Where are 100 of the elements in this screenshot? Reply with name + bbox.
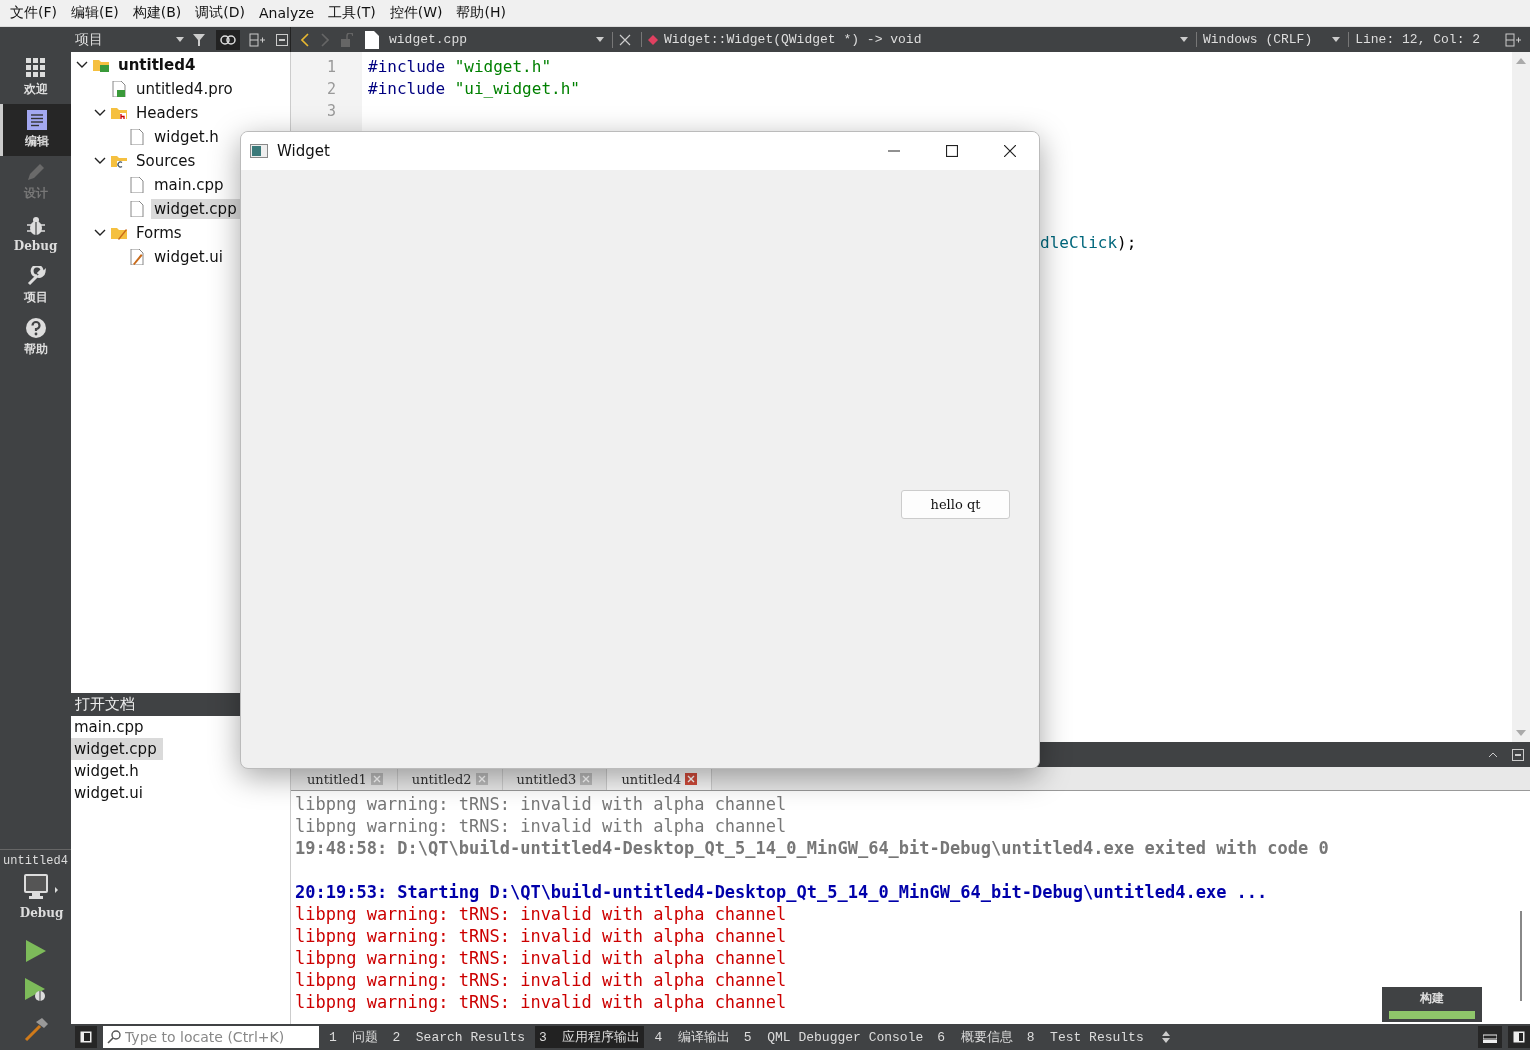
folder-icon: [93, 57, 109, 73]
document-icon: [27, 110, 47, 130]
folder-icon: [111, 225, 127, 241]
folder-icon: [111, 153, 127, 169]
pane-button[interactable]: 6 概要信息: [933, 1026, 1017, 1048]
tree-item[interactable]: Forms: [71, 221, 185, 245]
tree-item[interactable]: main.cpp: [71, 173, 227, 197]
up-down-icon[interactable]: [1161, 1031, 1170, 1043]
document-item[interactable]: widget.ui: [71, 782, 150, 804]
output-line: libpng warning: tRNS: invalid with alpha channel: [295, 925, 787, 947]
document-item[interactable]: widget.h: [71, 760, 145, 782]
tree-item[interactable]: widget.cpp: [71, 197, 240, 221]
output-line: libpng warning: tRNS: invalid with alpha channel: [295, 903, 787, 925]
tree-item[interactable]: Headers: [71, 101, 202, 125]
output-line: 20:19:53: Starting D:\QT\build-untitled4-Desktop_Qt_5_14_0_MinGW_64_bit-Debug\untitled4.exe ...: [295, 881, 1268, 903]
cursor-position[interactable]: Line: 12, Col: 2: [1348, 32, 1496, 47]
view-selector[interactable]: 项目: [75, 30, 184, 49]
menu-item[interactable]: 帮助(H): [450, 4, 512, 22]
help-icon: [25, 318, 46, 338]
chevron-down-icon[interactable]: [93, 109, 107, 117]
back-icon[interactable]: [299, 30, 311, 49]
output-line: 19:48:58: D:\QT\build-untitled4-Desktop_Qt_5_14_0_MinGW_64_bit-Debug\untitled4.exe exited with code 0: [295, 837, 1329, 859]
tree-item[interactable]: Sources: [71, 149, 199, 173]
file-icon: [129, 249, 145, 265]
code-line: dleClick);: [1040, 233, 1137, 252]
code-line: #include "ui_widget.h": [368, 79, 580, 98]
tree-item[interactable]: untitled4: [71, 53, 199, 77]
output-line: libpng warning: tRNS: invalid with alpha channel: [295, 815, 787, 837]
run-icon[interactable]: [25, 940, 46, 962]
mode-button[interactable]: 项目: [0, 260, 71, 312]
window-icon: [250, 144, 268, 158]
mode-button[interactable]: Debug: [0, 208, 71, 260]
chevron-up-icon[interactable]: [1488, 751, 1498, 758]
output-line: libpng warning: tRNS: invalid with alpha channel: [295, 969, 787, 991]
sidebar-toggle-icon[interactable]: [75, 1026, 97, 1048]
menu-item[interactable]: 编辑(E): [65, 4, 125, 22]
debug-run-icon[interactable]: [24, 978, 47, 1002]
tree-item[interactable]: widget.h: [71, 125, 222, 149]
split-icon[interactable]: [1512, 748, 1524, 761]
mode-button[interactable]: 编辑: [0, 104, 71, 156]
pane-button[interactable]: 5 QML Debugger Console: [739, 1027, 928, 1047]
hammer-icon[interactable]: [23, 1018, 48, 1042]
mode-button[interactable]: 帮助: [0, 312, 71, 364]
push-button[interactable]: hello qt: [901, 490, 1010, 519]
folder-icon: [111, 105, 127, 121]
progress-label: 构建: [1420, 990, 1444, 1007]
output-tab[interactable]: untitled4: [607, 768, 713, 790]
split-icon[interactable]: [1503, 30, 1524, 49]
project-name: untitled4: [3, 854, 68, 868]
chevron-down-icon[interactable]: [93, 157, 107, 165]
pane-button[interactable]: 2 Search Results: [388, 1027, 530, 1047]
code-line: #include "widget.h": [368, 57, 551, 76]
progress-toggle-icon[interactable]: [1478, 1026, 1502, 1048]
file-icon: [129, 201, 145, 217]
close-icon[interactable]: [612, 31, 633, 48]
grid-icon: [25, 58, 46, 78]
menu-item[interactable]: 文件(F): [4, 4, 63, 22]
split-icon[interactable]: [247, 30, 267, 49]
pane-button[interactable]: 8 Test Results: [1022, 1027, 1148, 1047]
menu-item[interactable]: 工具(T): [322, 4, 382, 22]
menu-item[interactable]: Analyze: [253, 5, 321, 21]
tree-item[interactable]: widget.ui: [71, 245, 227, 269]
close-icon[interactable]: [685, 773, 698, 785]
panel-title: 打开文档: [75, 695, 135, 714]
line-number: 3: [325, 101, 337, 122]
bug-icon: [25, 215, 46, 236]
menu-item[interactable]: 控件(W): [383, 4, 449, 22]
kit-selector[interactable]: Debug: [7, 868, 64, 932]
document-item[interactable]: main.cpp: [71, 716, 150, 738]
pane-button[interactable]: 1 问题: [325, 1026, 383, 1048]
diamond-icon: [648, 34, 658, 45]
output-line: libpng warning: tRNS: invalid with alpha channel: [295, 947, 787, 969]
window-title: Widget: [277, 142, 330, 160]
pane-button[interactable]: 3 应用程序输出: [535, 1026, 645, 1048]
pencil-icon: [25, 162, 46, 182]
chevron-down-icon[interactable]: [93, 229, 107, 237]
close-panel-icon[interactable]: [274, 31, 290, 48]
search-field[interactable]: Type to locate (Ctrl+K): [103, 1026, 319, 1048]
file-icon: [129, 129, 145, 145]
pane-button[interactable]: 4 编译输出: [650, 1026, 734, 1048]
menu-item[interactable]: 调试(D): [189, 4, 251, 22]
mode-button[interactable]: 欢迎: [0, 52, 71, 104]
symbol-selector[interactable]: Widget::Widget(QWidget *) -> void: [641, 32, 1188, 47]
wrench-icon: [25, 266, 46, 286]
file-icon: [111, 81, 127, 97]
tree-item[interactable]: untitled4.pro: [71, 77, 236, 101]
caret-icon: [596, 37, 604, 42]
menu-item[interactable]: 构建(B): [126, 4, 188, 22]
file-icon: [363, 28, 381, 51]
line-ending-selector[interactable]: Windows (CRLF): [1196, 32, 1341, 47]
file-selector[interactable]: widget.cpp: [389, 32, 604, 47]
caret-icon: [1332, 37, 1341, 42]
line-number: 2: [325, 79, 337, 100]
link-icon[interactable]: [216, 29, 240, 50]
file-icon: [129, 177, 145, 193]
sidebar-toggle-icon[interactable]: [1508, 1026, 1530, 1048]
document-item[interactable]: widget.cpp: [71, 738, 163, 760]
chevron-down-icon[interactable]: [75, 61, 89, 69]
line-number: 1: [325, 57, 337, 78]
output-line: libpng warning: tRNS: invalid with alpha channel: [295, 793, 787, 815]
